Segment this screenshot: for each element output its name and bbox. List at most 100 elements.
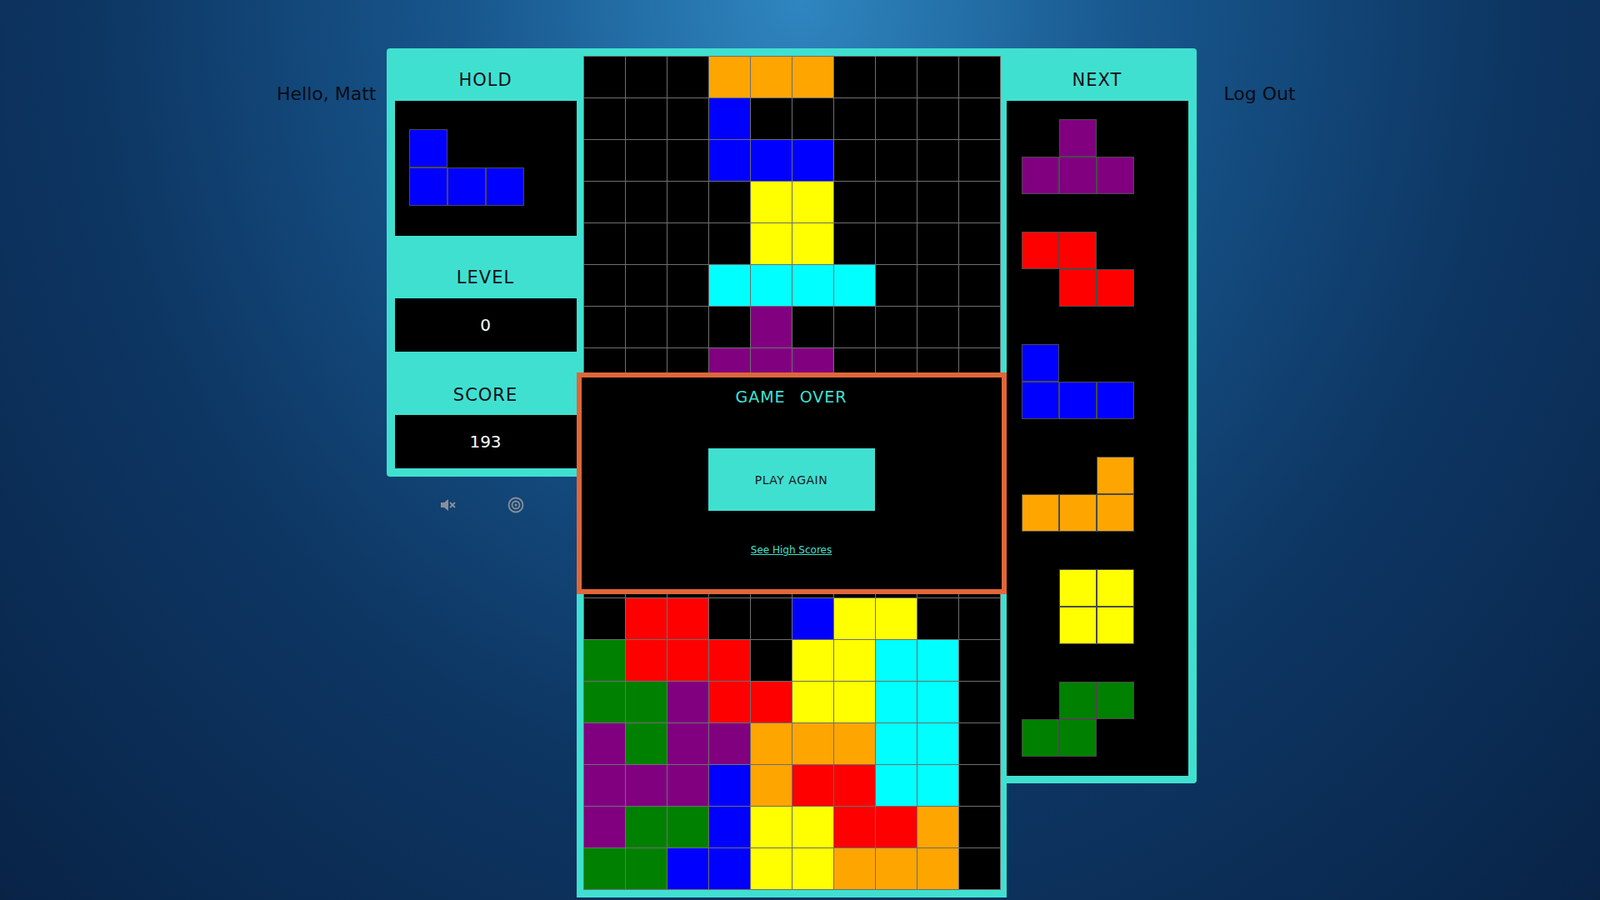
board-cell — [750, 806, 792, 848]
board-cell — [792, 306, 834, 348]
next-cell — [1059, 269, 1097, 307]
board-cell — [750, 265, 792, 306]
game: HOLD LEVEL0SCORE193 GAME OVER PLAY AGAIN See… — [386, 48, 1197, 898]
next-cell — [1021, 269, 1060, 307]
next-cell — [1021, 156, 1060, 195]
board-cell — [792, 681, 834, 723]
next-cell — [1096, 156, 1135, 195]
muted-speaker-icon[interactable] — [438, 495, 457, 515]
next-cell — [1059, 494, 1097, 532]
board-cell — [709, 806, 750, 848]
board-cell — [625, 848, 667, 890]
logout-link[interactable]: Log Out — [1224, 83, 1296, 105]
board-cell — [584, 681, 625, 723]
board-cell — [959, 98, 1000, 140]
next-cell — [1021, 494, 1060, 532]
board-cell — [709, 306, 750, 348]
board-cell — [667, 848, 709, 890]
board-cell — [667, 640, 709, 681]
board-cell — [584, 723, 625, 765]
score-value: 193 — [395, 415, 577, 469]
hold-cell — [409, 167, 448, 206]
board-cell — [584, 848, 625, 890]
board-cell — [625, 806, 667, 848]
board-cell — [625, 681, 667, 723]
board-cell — [750, 56, 792, 98]
next-cell — [1021, 569, 1060, 607]
board-cell — [959, 265, 1000, 306]
board-cell — [834, 265, 875, 306]
board-cell — [959, 598, 1000, 640]
board-cell — [709, 681, 750, 723]
board-cell — [709, 640, 750, 681]
board-cell — [750, 181, 792, 223]
board-cell — [834, 223, 875, 265]
board-cell — [625, 306, 667, 348]
board-frame: GAME OVER PLAY AGAIN See High Scores — [576, 48, 1007, 898]
board-cell — [834, 306, 875, 348]
board-cell — [792, 98, 834, 140]
level-label: LEVEL — [395, 235, 577, 299]
board-cell — [584, 98, 625, 140]
board-cell — [625, 640, 667, 681]
board-cell — [667, 181, 709, 223]
greeting: Hello, Matt — [276, 83, 376, 105]
board-cell — [750, 723, 792, 765]
board-cell — [709, 181, 750, 223]
next-cell — [1096, 719, 1135, 757]
board-cell — [917, 806, 959, 848]
hold-cell — [447, 129, 486, 168]
board-cell — [667, 56, 709, 98]
score-label: SCORE — [395, 351, 577, 415]
board-cell — [667, 140, 709, 181]
board-cell — [875, 640, 917, 681]
tetris-page: Hello, Matt HOLD LEVEL0SCORE193 GAME OVER PL… — [0, 0, 1600, 900]
next-cell — [1096, 606, 1135, 645]
level-value: 0 — [395, 298, 577, 352]
board-cell — [792, 223, 834, 265]
board-cell — [750, 223, 792, 265]
next-box — [1006, 100, 1189, 776]
board-cell — [584, 181, 625, 223]
next-cell — [1059, 456, 1097, 495]
board-cell — [792, 140, 834, 181]
board-cell — [917, 640, 959, 681]
next-piece — [1021, 456, 1189, 532]
board-cell — [584, 140, 625, 181]
board-cell — [584, 56, 625, 98]
board-cell — [625, 723, 667, 765]
next-cell — [1021, 231, 1060, 270]
board-cell — [834, 806, 875, 848]
next-cell — [1059, 606, 1097, 645]
game-over-title: GAME OVER — [735, 386, 848, 407]
board-cell — [834, 848, 875, 890]
board-cell — [917, 681, 959, 723]
board-cell — [917, 265, 959, 306]
next-cell — [1096, 381, 1135, 420]
board-cell — [625, 98, 667, 140]
next-piece — [1021, 119, 1189, 195]
hold-label: HOLD — [395, 48, 577, 101]
board-cell — [667, 265, 709, 306]
board-cell — [750, 765, 792, 806]
play-again-button[interactable]: PLAY AGAIN — [708, 448, 875, 511]
board-cell — [834, 681, 875, 723]
board-cell — [792, 56, 834, 98]
board-cell — [709, 265, 750, 306]
hold-cell — [485, 167, 525, 206]
board-cell — [750, 598, 792, 640]
board-cell — [917, 598, 959, 640]
high-scores-link[interactable]: See High Scores — [750, 544, 832, 556]
board-cell — [625, 765, 667, 806]
board-cell — [959, 765, 1000, 806]
board-cell — [834, 98, 875, 140]
board-cell — [750, 98, 792, 140]
board-cell — [625, 140, 667, 181]
target-icon[interactable] — [506, 495, 525, 515]
board-cell — [959, 640, 1000, 681]
board-cell — [792, 181, 834, 223]
board-cell — [584, 223, 625, 265]
board-cell — [584, 640, 625, 681]
board-cell — [584, 598, 625, 640]
board-cell — [917, 56, 959, 98]
